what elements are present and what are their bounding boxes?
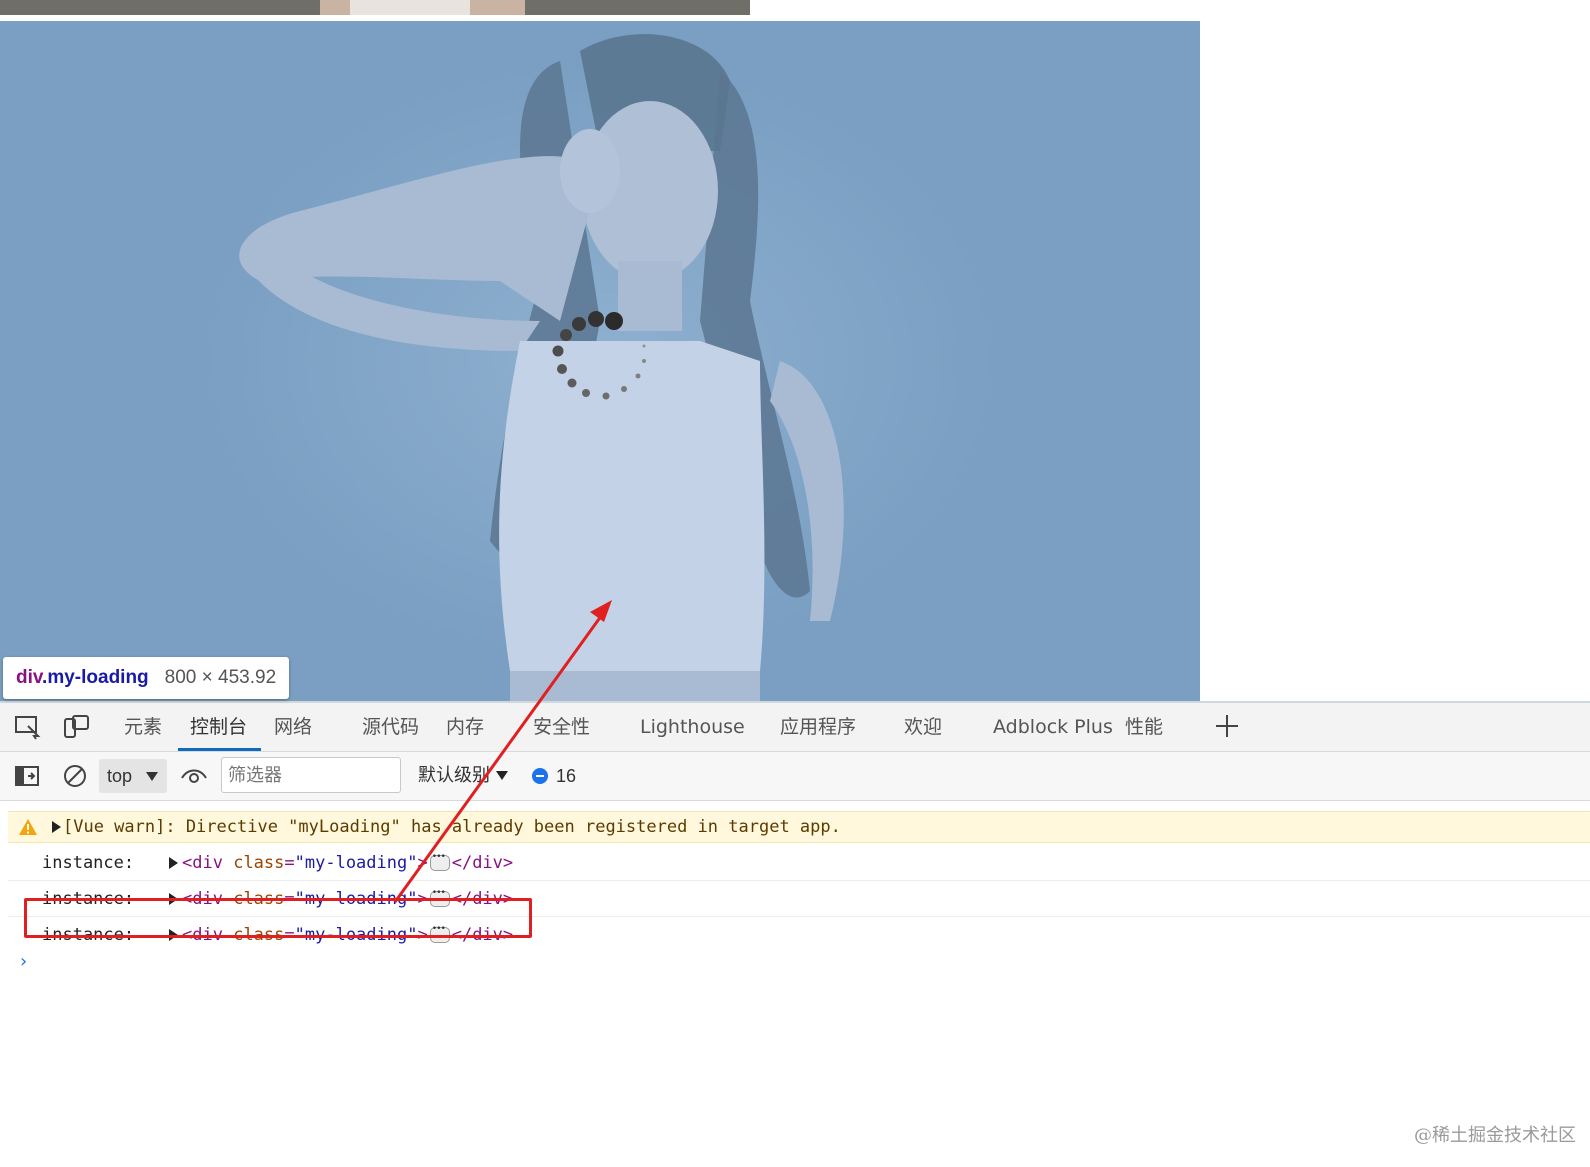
message-count: 16 xyxy=(556,766,577,786)
tab-lighthouse[interactable]: Lighthouse xyxy=(640,703,745,751)
html-attr-value: "my-loading" xyxy=(294,853,418,873)
console-filter-input[interactable] xyxy=(221,757,401,793)
console-warning-row[interactable]: [Vue warn]: Directive "myLoading" has al… xyxy=(8,811,1590,843)
tab-elements[interactable]: 元素 xyxy=(124,703,162,751)
tab-application[interactable]: 应用程序 xyxy=(780,703,856,751)
message-icon xyxy=(532,768,548,784)
html-attr-name: class xyxy=(233,853,285,873)
tooltip-dimensions: 800 × 453.92 xyxy=(164,667,277,688)
inspected-element-preview xyxy=(0,21,1200,701)
sidebar-toggle-icon[interactable] xyxy=(14,763,42,794)
inspect-element-icon[interactable] xyxy=(14,714,42,740)
tab-console[interactable]: 控制台 xyxy=(177,703,262,751)
annotation-highlight-box xyxy=(24,898,532,938)
tooltip-selector: div.my-loading xyxy=(16,667,149,689)
previous-image-strip xyxy=(0,0,750,15)
tab-memory[interactable]: 内存 xyxy=(446,703,484,751)
tab-adblock-plus[interactable]: Adblock Plus xyxy=(993,703,1113,751)
context-selector-label: top xyxy=(107,766,133,786)
portrait-photo xyxy=(239,34,844,701)
collapsed-ellipsis-icon[interactable] xyxy=(429,852,450,871)
clear-console-icon[interactable] xyxy=(62,763,90,794)
tab-security[interactable]: 安全性 xyxy=(533,703,590,751)
expand-triangle-icon[interactable] xyxy=(52,821,61,833)
tab-performance[interactable]: 性能 xyxy=(1125,703,1163,751)
message-count-badge[interactable]: 16 xyxy=(532,752,576,800)
tab-welcome[interactable]: 欢迎 xyxy=(904,703,942,751)
watermark-text: @稀土掘金技术社区 xyxy=(1414,1125,1576,1146)
warning-icon xyxy=(18,818,38,841)
expand-triangle-icon[interactable] xyxy=(169,857,178,869)
levels-chevron-down-icon[interactable] xyxy=(496,771,508,780)
previous-image-cloth xyxy=(350,0,470,15)
devtools-tab-bar: 元素 控制台 网络 源代码 内存 安全性 Lighthouse 应用程序 欢迎 … xyxy=(0,703,1590,752)
add-tab-icon[interactable] xyxy=(1214,713,1240,739)
tab-network[interactable]: 网络 xyxy=(274,703,312,751)
log-levels-dropdown[interactable]: 默认级别 xyxy=(418,752,490,800)
tab-sources[interactable]: 源代码 xyxy=(362,703,419,751)
html-tag-close: </div> xyxy=(451,853,514,873)
log-label: instance: xyxy=(42,853,135,873)
chevron-down-icon xyxy=(146,772,158,781)
html-tag-open: <div xyxy=(182,853,223,873)
console-log-row[interactable]: instance: <div class="my-loading"></div> xyxy=(8,845,1590,881)
device-toolbar-icon[interactable] xyxy=(62,714,90,740)
tooltip-class-name: .my-loading xyxy=(42,667,149,688)
log-html-node[interactable]: <div class="my-loading"></div> xyxy=(182,852,514,873)
live-expression-eye-icon[interactable] xyxy=(180,764,208,793)
console-toolbar: top 默认级别 16 xyxy=(0,752,1590,801)
context-selector[interactable]: top xyxy=(99,759,167,793)
warning-message: [Vue warn]: Directive "myLoading" has al… xyxy=(63,817,841,837)
console-prompt[interactable]: › xyxy=(18,951,29,972)
tooltip-tag-name: div xyxy=(16,667,43,688)
element-tooltip: div.my-loading 800 × 453.92 xyxy=(3,657,289,699)
